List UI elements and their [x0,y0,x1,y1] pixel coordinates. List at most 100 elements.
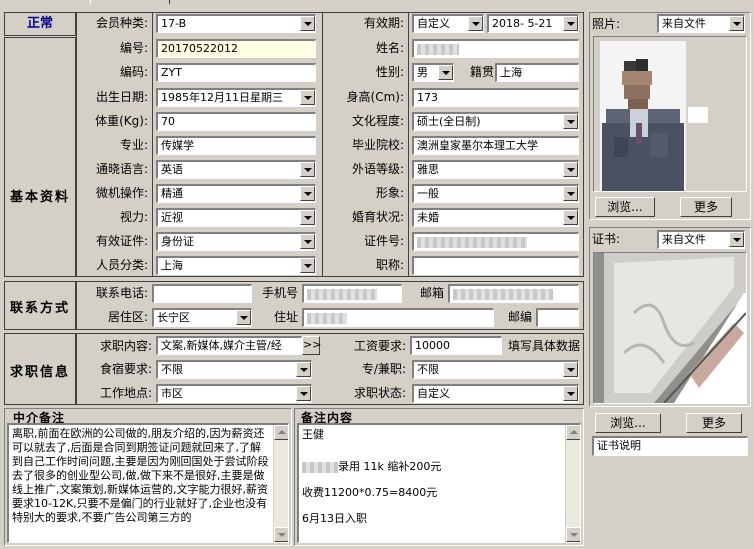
chevron-down-icon[interactable] [296,386,311,401]
id-number-label: 证件号: [363,234,404,248]
postcode-input[interactable] [536,308,579,327]
height-input[interactable]: 173 [412,88,579,107]
postcode-label: 邮编 [507,310,532,324]
chevron-down-icon[interactable] [468,16,483,31]
basic-section-title: 基本资料 [9,190,70,205]
job-content-input[interactable]: 文案,新媒体,媒介主管/经 [156,336,302,355]
category-select[interactable]: 上海 [156,256,316,275]
chevron-down-icon[interactable] [563,386,578,401]
foreign-level-label: 外语等级: [351,162,404,176]
agency-notes-scrollbar[interactable] [273,425,288,542]
foreign-level-select[interactable]: 雅思 [412,160,579,179]
mobile-input[interactable] [302,284,402,303]
contact-section-cell: 联系方式 [4,281,76,330]
salary-input[interactable]: 10000 [410,336,502,355]
vision-label: 视力: [119,210,148,224]
scroll-up-icon[interactable] [566,425,580,440]
weight-label: 体重(Kg): [95,114,148,128]
chevron-down-icon[interactable] [563,210,578,225]
chevron-down-icon[interactable] [563,114,578,129]
language-select[interactable]: 英语 [156,160,316,179]
agency-notes-textarea[interactable]: 离职,前面在欧洲的公司做的,朋友介绍的,因为薪资还可以就去了,后面是合同到期签证… [7,423,289,543]
weight-input[interactable]: 70 [156,112,316,131]
location-select[interactable]: 市区 [156,384,312,403]
validity-mode-select[interactable]: 自定义 [412,14,484,33]
code-label: 编码: [119,65,148,79]
scroll-down-icon[interactable] [566,527,580,542]
cert-source-select[interactable]: 来自文件 [657,230,745,249]
member-type-label: 会员种类: [95,16,148,30]
chevron-down-icon[interactable] [563,162,578,177]
id-type-label: 有效证件: [95,234,148,248]
address-input[interactable] [302,308,494,327]
district-select[interactable]: 长宁区 [152,308,252,327]
grid-vline-3 [408,12,409,277]
email-input[interactable] [448,284,579,303]
remarks-line-3: 收费11200*0.75=8400元 [302,486,438,499]
title-input[interactable] [412,256,579,275]
photo-more-button[interactable]: 更多 [680,197,732,217]
cert-desc-input[interactable]: 证书说明 [592,436,748,456]
chevron-down-icon[interactable] [300,210,315,225]
board-select[interactable]: 不限 [156,360,312,379]
chevron-down-icon[interactable] [300,258,315,273]
chevron-down-icon[interactable] [438,65,453,80]
remarks-line-1: 王健 [302,428,324,441]
photo-browse-button[interactable]: 浏览... [595,197,655,217]
native-input[interactable]: 上海 [495,63,579,82]
major-input[interactable]: 传媒学 [156,136,316,155]
chevron-down-icon[interactable] [300,90,315,105]
chevron-down-icon[interactable] [563,362,578,377]
validity-date-picker[interactable]: 2018- 5-21 [487,14,579,33]
fulltime-select[interactable]: 不限 [412,360,579,379]
name-input[interactable] [412,39,579,58]
number-label: 编号: [119,41,148,55]
computer-select[interactable]: 精通 [156,184,316,203]
job-content-more-button[interactable]: >> [302,336,321,355]
number-input[interactable]: 20170522012 [156,39,316,58]
photo-source-select[interactable]: 来自文件 [657,14,745,33]
id-number-input[interactable] [412,232,579,251]
validity-label: 有效期: [363,16,404,30]
appearance-select[interactable]: 一般 [412,184,579,203]
scroll-up-icon[interactable] [274,425,288,440]
native-label: 籍贯 [469,65,494,79]
remarks-scrollbar[interactable] [565,425,580,542]
chevron-down-icon[interactable] [563,16,578,31]
status-cell: 正常 [4,12,76,36]
district-label: 居住区: [107,310,148,324]
chevron-down-icon[interactable] [236,310,251,325]
cert-browse-button[interactable]: 浏览... [595,413,661,433]
marital-label: 婚育状况: [351,210,404,224]
job-status-select[interactable]: 自定义 [412,384,579,403]
id-type-select[interactable]: 身份证 [156,232,316,251]
chevron-down-icon[interactable] [300,16,315,31]
gender-select[interactable]: 男 [412,63,454,82]
chevron-down-icon[interactable] [296,362,311,377]
cert-label: 证书: [592,232,621,246]
chevron-down-icon[interactable] [563,186,578,201]
remarks-textarea[interactable]: 王健 录用 11k 缩补200元 收费11200*0.75=8400元 6月13… [297,423,581,543]
member-type-select[interactable]: 17-B [156,14,316,33]
chevron-down-icon[interactable] [729,16,744,31]
chevron-down-icon[interactable] [300,234,315,249]
chevron-down-icon[interactable] [300,186,315,201]
education-select[interactable]: 硕士(全日制) [412,112,579,131]
code-input[interactable]: ZYT [156,63,316,82]
vision-select[interactable]: 近视 [156,208,316,227]
school-input[interactable]: 澳洲皇家墨尔本理工大学 [412,136,579,155]
chevron-down-icon[interactable] [729,232,744,247]
salary-hint: 填写具体数据 [507,339,580,353]
grid-vline-1 [152,12,153,277]
scroll-down-icon[interactable] [274,527,288,542]
phone-input[interactable] [152,284,252,303]
cert-more-button[interactable]: 更多 [686,413,742,433]
chevron-down-icon[interactable] [300,162,315,177]
board-label: 食宿要求: [99,362,152,376]
birth-date-picker[interactable]: 1985年12月11日星期三 [156,88,316,107]
fulltime-label: 专/兼职: [361,362,406,376]
marital-select[interactable]: 未婚 [412,208,579,227]
